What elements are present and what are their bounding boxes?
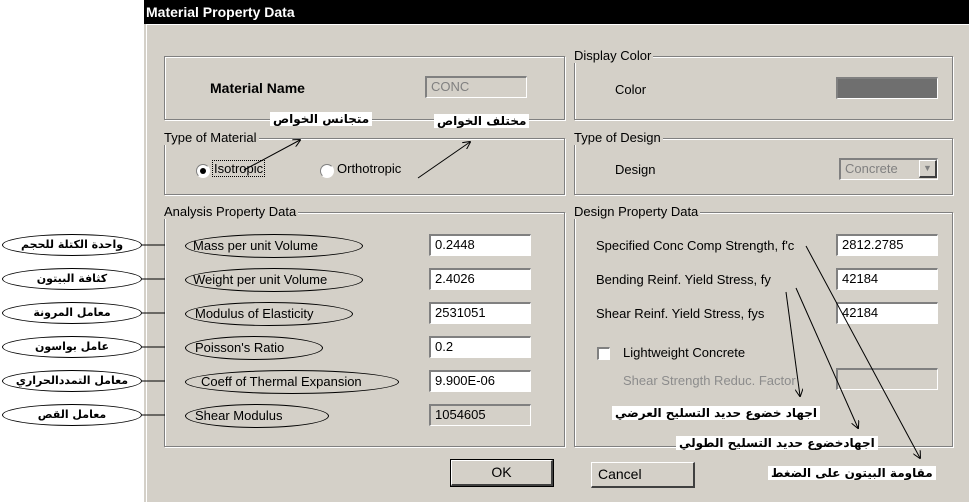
type-of-design-group: Type of Design Design Concrete ▼	[572, 130, 953, 195]
lightweight-checkbox[interactable]	[597, 347, 610, 360]
fys-field[interactable]: 42184	[836, 302, 938, 324]
ok-button[interactable]: OK	[450, 459, 554, 487]
thermal-expansion-label: Coeff of Thermal Expansion	[201, 374, 362, 389]
display-color-group: Display Color Color	[572, 48, 953, 120]
weight-per-volume-label: Weight per unit Volume	[193, 272, 328, 287]
fys-label: Shear Reinf. Yield Stress, fys	[596, 306, 765, 321]
shear-modulus-label: Shear Modulus	[195, 408, 283, 423]
radio-selected-dot	[200, 168, 206, 174]
shear-reduc-label: Shear Strength Reduc. Factor	[623, 373, 796, 388]
fc-field[interactable]: 2812.2785	[836, 234, 938, 256]
note-weight-per-volume: كثافة البيتون	[2, 268, 142, 290]
weight-per-volume-field[interactable]: 2.4026	[429, 268, 531, 290]
modulus-elasticity-field[interactable]: 2531051	[429, 302, 531, 324]
poisson-ratio-label: Poisson's Ratio	[195, 340, 285, 355]
type-of-material-group: Type of Material Isotropic Orthotropic	[162, 130, 565, 195]
material-name-field[interactable]: CONC	[425, 76, 527, 98]
fy-field[interactable]: 42184	[836, 268, 938, 290]
mass-per-volume-label: Mass per unit Volume	[193, 238, 319, 253]
color-swatch-button[interactable]	[836, 77, 938, 99]
note-shear-modulus: معامل القص	[2, 404, 142, 426]
cancel-button[interactable]: Cancel	[591, 462, 695, 488]
analysis-property-group: Analysis Property Data Mass per unit Vol…	[162, 204, 565, 447]
note-fc: مقاومة البيتون على الضغط	[768, 466, 936, 480]
modulus-elasticity-label: Modulus of Elasticity	[195, 306, 314, 321]
type-of-material-legend: Type of Material	[162, 130, 259, 145]
type-of-design-legend: Type of Design	[572, 130, 663, 145]
analysis-property-legend: Analysis Property Data	[162, 204, 299, 219]
note-mass-per-volume: واحدة الكتلة للحجم	[2, 234, 142, 256]
note-orthotropic: مختلف الخواص	[434, 114, 530, 128]
fc-label: Specified Conc Comp Strength, f'c	[596, 238, 795, 253]
thermal-expansion-field[interactable]: 9.900E-06	[429, 370, 531, 392]
note-modulus-elasticity: معامل المرونة	[2, 302, 142, 324]
orthotropic-label[interactable]: Orthotropic	[337, 161, 401, 176]
shear-reduc-field[interactable]	[836, 368, 938, 390]
note-thermal-expansion: معامل التمددالحراري	[2, 370, 142, 392]
orthotropic-radio[interactable]	[320, 164, 334, 178]
material-name-group: Material Name CONC	[164, 56, 565, 120]
note-fys: اجهاد خضوع حديد التسليح العرضي	[612, 406, 821, 420]
isotropic-label[interactable]: Isotropic	[211, 160, 266, 177]
design-property-legend: Design Property Data	[572, 204, 701, 219]
note-poisson-ratio: عامل بواسون	[2, 336, 142, 358]
lightweight-label: Lightweight Concrete	[623, 345, 746, 360]
mass-per-volume-field[interactable]: 0.2448	[429, 234, 531, 256]
chevron-down-icon[interactable]: ▼	[919, 160, 937, 178]
design-label: Design	[615, 162, 656, 177]
window-title: Material Property Data	[144, 0, 969, 24]
material-property-dialog: Material Property Data Material Name CON…	[144, 0, 969, 502]
color-label: Color	[615, 82, 647, 97]
poisson-ratio-field[interactable]: 0.2	[429, 336, 531, 358]
note-fy: اجهادخضوع حديد التسليح الطولي	[676, 436, 878, 450]
material-name-label: Material Name	[210, 80, 305, 96]
note-isotropic: متجانس الخواص	[270, 112, 373, 126]
isotropic-radio[interactable]	[196, 164, 210, 178]
shear-modulus-field[interactable]: 1054605	[429, 404, 531, 426]
fy-label: Bending Reinf. Yield Stress, fy	[596, 272, 771, 287]
display-color-legend: Display Color	[572, 48, 654, 63]
